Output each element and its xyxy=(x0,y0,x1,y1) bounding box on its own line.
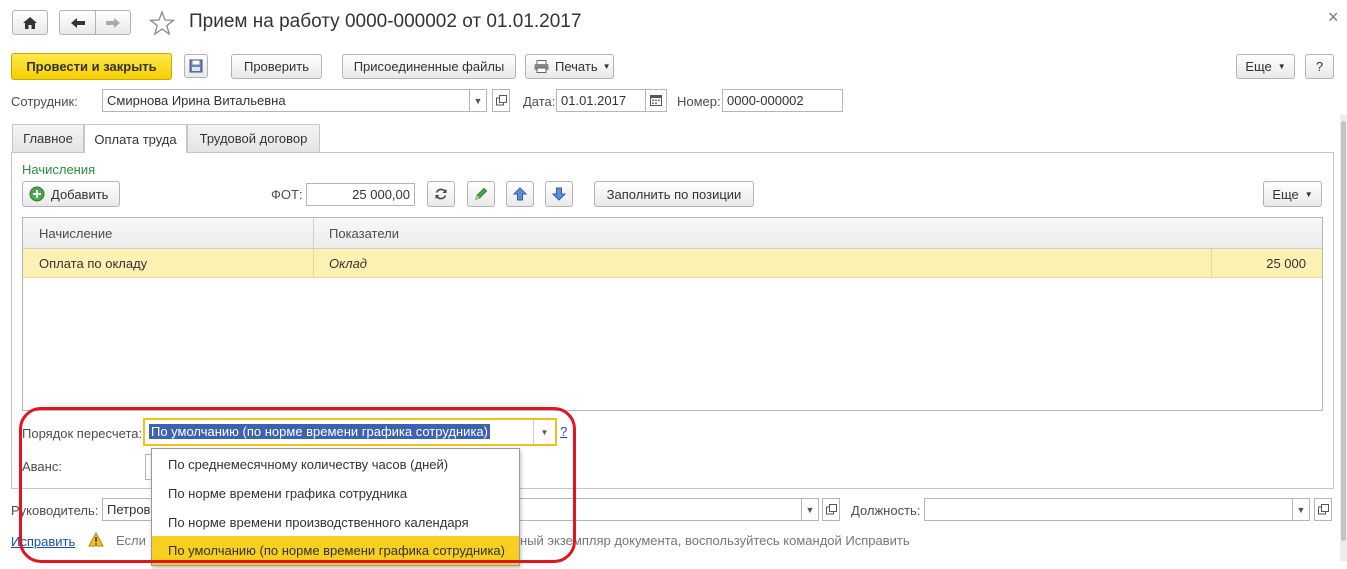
position-dropdown-button[interactable]: ▼ xyxy=(1292,498,1310,521)
info-text-start: Если xyxy=(116,533,146,548)
manager-label: Руководитель: xyxy=(11,503,99,518)
recalc-selected-value: По умолчанию (по норме времени графика с… xyxy=(149,424,490,439)
position-field[interactable] xyxy=(924,498,1293,521)
open-form-icon xyxy=(1317,504,1329,515)
calendar-button[interactable] xyxy=(645,89,667,112)
home-button[interactable] xyxy=(12,10,48,35)
plus-circle-icon xyxy=(29,186,45,202)
recalc-dropdown-list: По среднемесячному количеству часов (дне… xyxy=(151,448,520,566)
column-divider xyxy=(313,249,314,278)
fot-field[interactable]: 25 000,00 xyxy=(306,183,415,206)
chevron-down-icon: ▼ xyxy=(602,62,611,71)
printer-icon xyxy=(534,60,549,73)
favorite-star-icon[interactable] xyxy=(148,10,176,36)
recalc-label: Порядок пересчета: xyxy=(22,426,143,441)
refresh-icon xyxy=(435,188,447,200)
arrow-right-icon xyxy=(106,17,120,28)
accruals-table: Начисление Показатели Оплата по окладу О… xyxy=(22,217,1323,411)
employee-dropdown-button[interactable]: ▼ xyxy=(469,89,487,112)
tab-main[interactable]: Главное xyxy=(12,124,84,152)
help-button[interactable]: ? xyxy=(1305,54,1334,79)
window-title: Прием на работу 0000-000002 от 01.01.201… xyxy=(189,11,582,32)
add-label: Добавить xyxy=(51,186,109,202)
move-up-button[interactable] xyxy=(506,181,534,207)
pencil-icon xyxy=(475,187,488,200)
chevron-down-icon: ▼ xyxy=(1277,62,1286,71)
fill-by-position-button[interactable]: Заполнить по позиции xyxy=(594,181,754,207)
attached-files-button[interactable]: Присоединенные файлы xyxy=(342,54,516,79)
chevron-down-icon: ▼ xyxy=(1304,189,1313,199)
cell-accrual[interactable]: Оплата по окладу xyxy=(39,256,147,271)
add-accrual-button[interactable]: Добавить xyxy=(22,181,120,207)
cell-value[interactable]: 25 000 xyxy=(1266,256,1306,271)
fot-label: ФОТ: xyxy=(271,187,303,202)
home-icon xyxy=(23,16,37,29)
recalc-help-link[interactable]: ? xyxy=(560,424,567,439)
print-label: Печать xyxy=(555,59,598,74)
table-header: Начисление Показатели xyxy=(23,218,1322,249)
save-button[interactable] xyxy=(184,54,208,78)
date-field[interactable]: 01.01.2017 xyxy=(556,89,646,112)
more-button[interactable]: Еще ▼ xyxy=(1236,54,1295,79)
position-label: Должность: xyxy=(851,503,921,518)
column-divider xyxy=(313,218,314,249)
close-icon[interactable]: × xyxy=(1328,7,1339,28)
recalc-select[interactable]: По умолчанию (по норме времени графика с… xyxy=(143,418,557,446)
date-label: Дата: xyxy=(523,94,556,109)
column-header-indicators[interactable]: Показатели xyxy=(329,226,399,241)
employee-open-button[interactable] xyxy=(492,89,510,112)
back-button[interactable] xyxy=(59,10,95,35)
manager-dropdown-button[interactable]: ▼ xyxy=(801,498,819,521)
floppy-disk-icon xyxy=(189,59,203,73)
advance-label: Аванс: xyxy=(22,459,62,474)
vertical-scrollbar[interactable] xyxy=(1340,115,1347,561)
tab-payment[interactable]: Оплата труда xyxy=(84,124,187,153)
move-down-button[interactable] xyxy=(545,181,573,207)
tab-employment-contract[interactable]: Трудовой договор xyxy=(187,124,320,152)
arrow-down-icon xyxy=(552,187,566,201)
number-field[interactable]: 0000-000002 xyxy=(722,89,843,112)
arrow-up-icon xyxy=(513,187,527,201)
calendar-icon xyxy=(650,95,662,106)
forward-button[interactable] xyxy=(95,10,131,35)
fix-link[interactable]: Исправить xyxy=(11,534,75,549)
recalc-option-selected[interactable]: По умолчанию (по норме времени графика с… xyxy=(152,536,519,565)
number-label: Номер: xyxy=(677,94,721,109)
table-row[interactable]: Оплата по окладу Оклад 25 000 xyxy=(23,249,1322,278)
employee-label: Сотрудник: xyxy=(11,94,78,109)
post-and-close-button[interactable]: Провести и закрыть xyxy=(11,53,172,80)
scrollbar-thumb[interactable] xyxy=(1341,121,1346,541)
accruals-section-title: Начисления xyxy=(22,162,96,177)
print-button[interactable]: Печать ▼ xyxy=(525,54,614,79)
open-form-icon xyxy=(825,504,837,515)
warning-icon xyxy=(88,531,104,550)
chevron-down-icon: ▼ xyxy=(540,427,549,437)
employee-field[interactable]: Смирнова Ирина Витальевна xyxy=(102,89,470,112)
arrow-left-icon xyxy=(70,17,85,28)
more-label: Еще xyxy=(1245,59,1272,74)
column-header-accrual[interactable]: Начисление xyxy=(39,226,112,241)
position-open-button[interactable] xyxy=(1314,498,1332,521)
refresh-button[interactable] xyxy=(427,181,455,207)
manager-open-button[interactable] xyxy=(822,498,840,521)
info-text-end: ный экземпляр документа, воспользуйтесь … xyxy=(520,533,910,548)
recalc-option[interactable]: По норме времени графика сотрудника xyxy=(152,479,519,508)
recalc-option[interactable]: По среднемесячному количеству часов (дне… xyxy=(152,450,519,479)
edit-button[interactable] xyxy=(467,181,495,207)
cell-indicator[interactable]: Оклад xyxy=(329,256,367,271)
recalc-dropdown-button[interactable]: ▼ xyxy=(533,420,555,444)
recalc-option[interactable]: По норме времени производственного кален… xyxy=(152,508,519,537)
accruals-more-button[interactable]: Еще ▼ xyxy=(1263,181,1322,207)
column-divider xyxy=(1211,249,1212,278)
accruals-more-label: Еще xyxy=(1272,186,1299,202)
check-button[interactable]: Проверить xyxy=(231,54,322,79)
open-form-icon xyxy=(495,95,507,106)
